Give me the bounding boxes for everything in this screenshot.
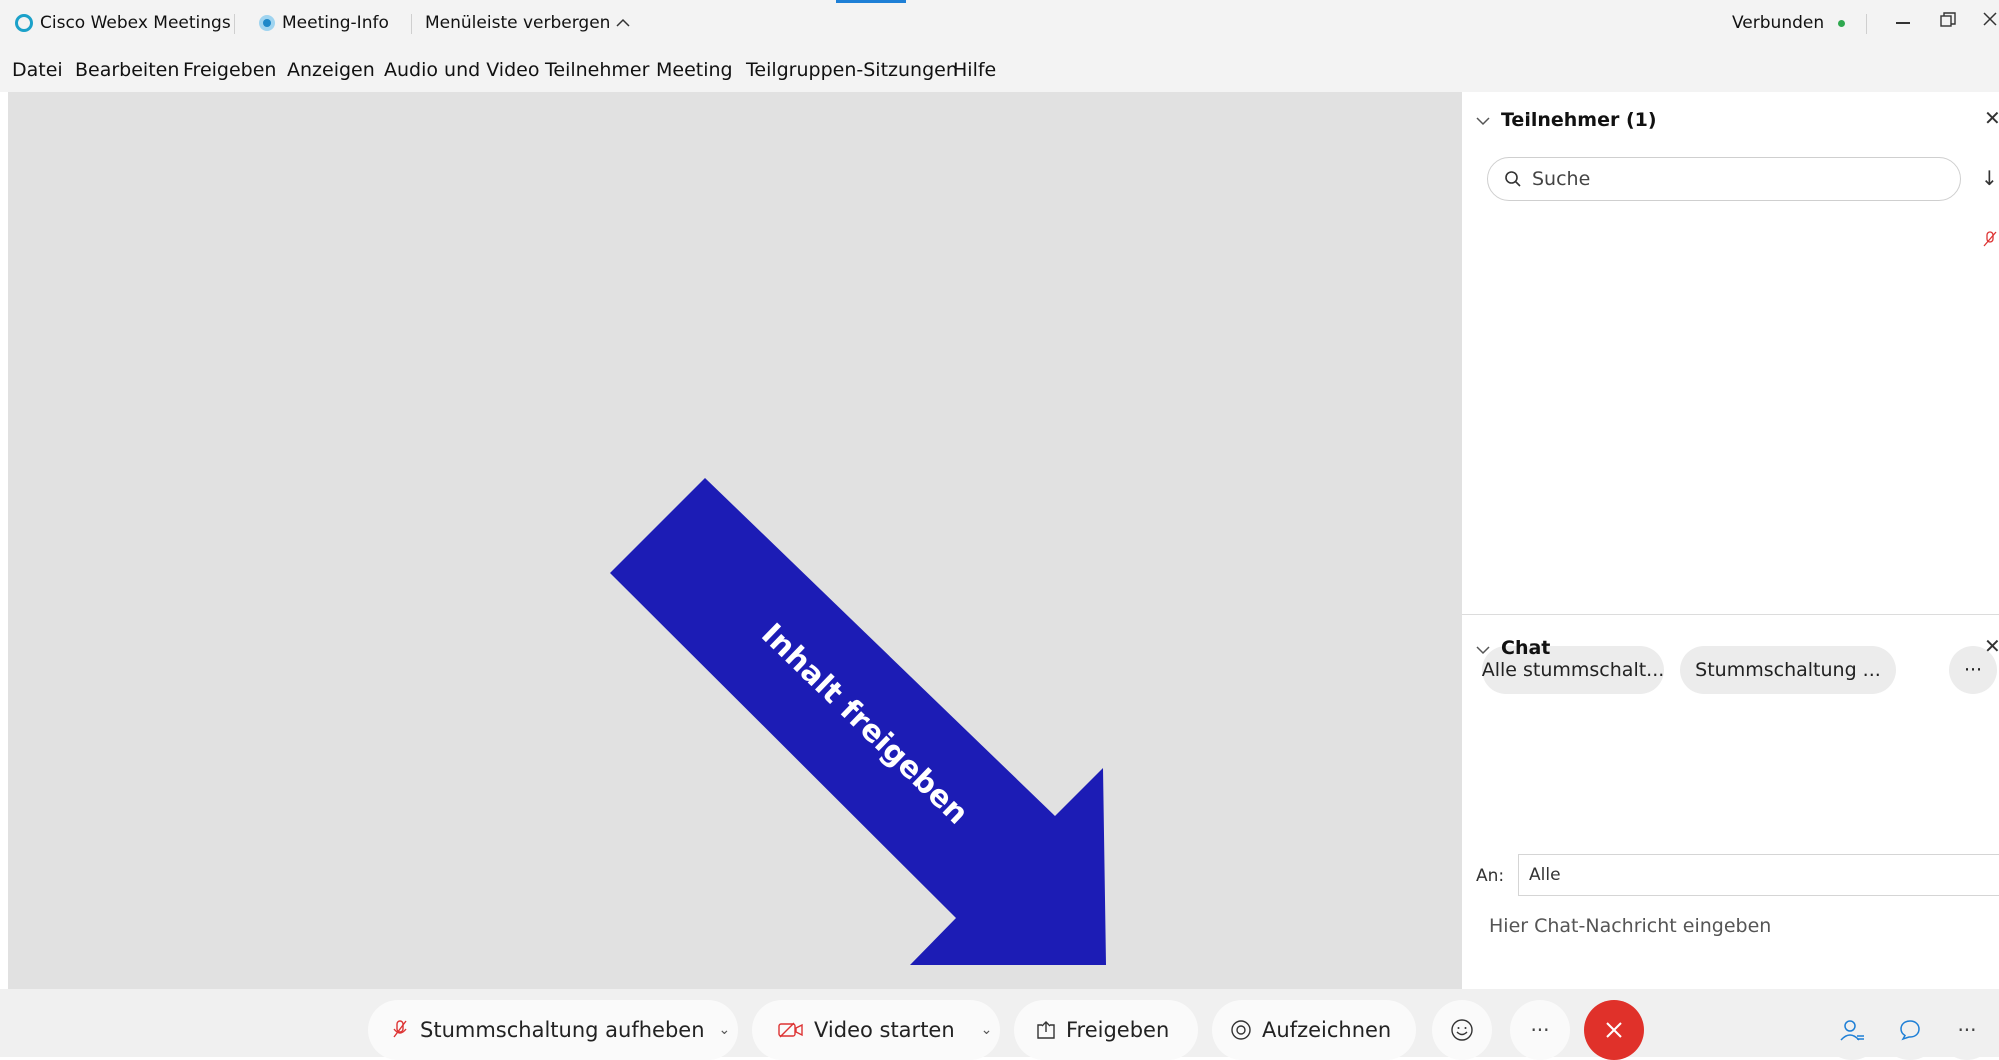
chevron-down-icon: ⌄ [980,1022,993,1038]
participants-title: Teilnehmer (1) [1501,109,1657,131]
record-label: Aufzeichnen [1262,1018,1392,1042]
more-label: ··· [1963,659,1983,681]
muted-mic-icon [392,1019,408,1041]
chat-title: Chat [1501,637,1551,659]
participants-panel-button[interactable] [1822,1000,1882,1060]
person-icon [1839,1018,1865,1042]
unmute-all-button[interactable]: Stummschaltung ... [1680,646,1896,694]
more-panels-label: ··· [1957,1018,1977,1042]
reactions-button[interactable] [1432,1000,1492,1060]
sort-list-icon[interactable]: ↓≡ [1981,166,1999,190]
share-button[interactable]: Freigeben [1014,1000,1198,1060]
record-icon [1230,1019,1252,1041]
chevron-down-icon: ⌄ [718,1022,731,1038]
unmute-all-label: Stummschaltung ... [1695,659,1881,681]
share-label: Freigeben [1066,1018,1170,1042]
muted-mic-icon[interactable] [1983,230,1997,254]
close-icon [1605,1021,1623,1039]
participants-collapse-chevron[interactable] [1476,111,1490,130]
search-placeholder: Suche [1532,168,1591,190]
side-panel: Teilnehmer (1) ✕ Suche ↓≡ Alle stummscha… [1462,92,1999,989]
chat-collapse-chevron[interactable] [1476,640,1490,659]
chat-to-label: An: [1476,866,1505,886]
start-video-button[interactable]: Video starten ⌄ [752,1000,1000,1060]
participant-search-input[interactable]: Suche [1487,157,1961,201]
participants-close-icon[interactable]: ✕ [1984,106,1999,130]
smiley-icon [1450,1018,1474,1042]
video-off-icon [778,1021,804,1039]
record-button[interactable]: Aufzeichnen [1212,1000,1416,1060]
more-options-button[interactable]: ··· [1510,1000,1570,1060]
share-icon [1036,1020,1056,1040]
video-label: Video starten [814,1018,955,1042]
more-options-label: ··· [1530,1018,1550,1042]
chat-close-icon[interactable]: ✕ [1984,634,1999,658]
unmute-button[interactable]: Stummschaltung aufheben ⌄ [368,1000,738,1060]
end-meeting-button[interactable] [1584,1000,1644,1060]
meeting-toolbar [0,989,1999,1057]
chat-recipient-value: Alle [1529,865,1561,885]
mute-all-label: Alle stummschalt... [1481,659,1665,681]
chat-bubble-icon [1898,1018,1922,1042]
panel-divider [1462,614,1999,615]
unmute-label: Stummschaltung aufheben [420,1018,705,1042]
search-icon [1504,170,1522,188]
more-panels-button[interactable]: ··· [1940,1000,1994,1060]
chat-panel-button[interactable] [1880,1000,1940,1060]
chat-recipient-select[interactable]: Alle [1518,854,1999,896]
chat-message-input[interactable]: Hier Chat-Nachricht eingeben [1489,915,1771,937]
